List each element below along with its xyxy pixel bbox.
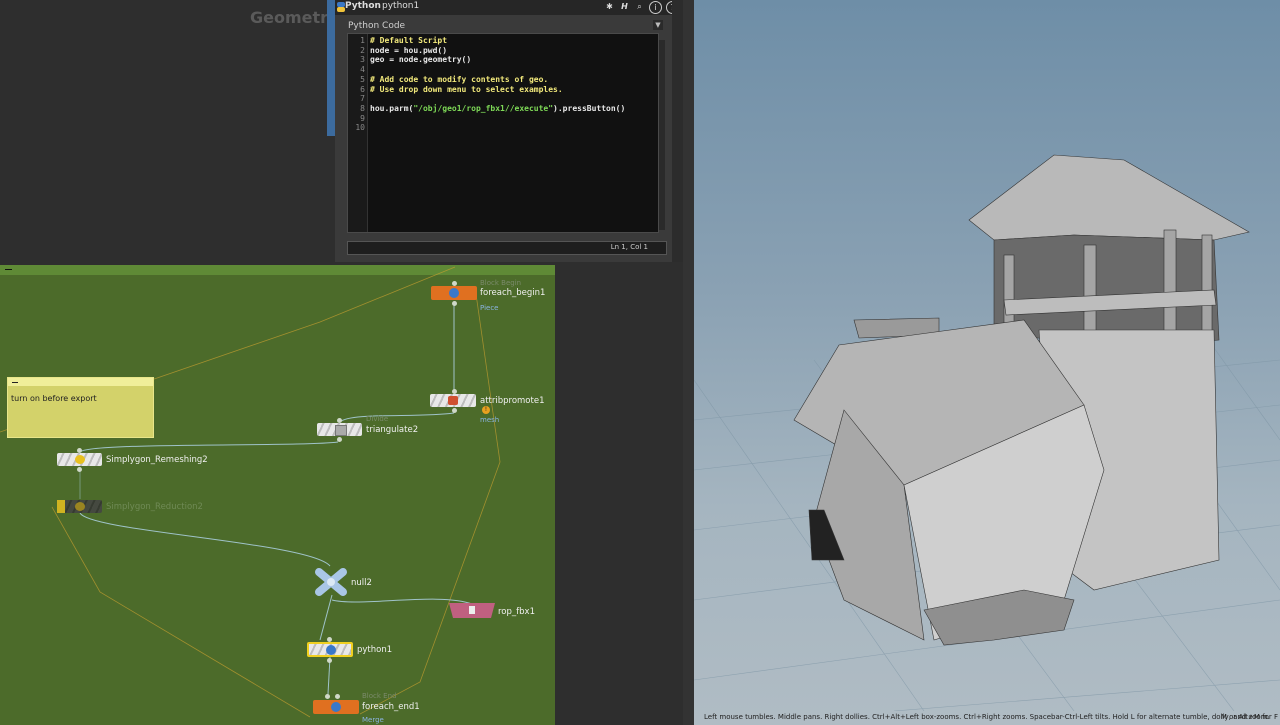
node-attribpromote1[interactable] — [430, 394, 476, 407]
line-number: 3 — [360, 55, 365, 65]
node-faint-label: Block End — [362, 692, 397, 700]
python-parameter-panel: Python python1 ✱ H ⌕ i ? Python Code ▼ 1… — [335, 0, 683, 262]
line-number: 5 — [360, 74, 365, 84]
output-connector[interactable] — [452, 301, 457, 306]
output-connector[interactable] — [327, 658, 332, 663]
code-line: # Use drop down menu to select examples. — [370, 84, 563, 94]
output-connector[interactable] — [452, 408, 457, 413]
node-label: rop_fbx1 — [498, 607, 535, 617]
node-foreach-begin1[interactable] — [431, 286, 477, 300]
viewport-scene — [694, 154, 1280, 711]
bypass-flag[interactable] — [57, 500, 65, 513]
cursor-position: Ln 1, Col 1 — [610, 243, 648, 251]
input-connector[interactable] — [452, 281, 457, 286]
input-connector[interactable] — [77, 448, 82, 453]
line-gutter: 1 2 3 4 5 6 7 8 9 10 — [348, 34, 368, 232]
line-number: 10 — [355, 123, 365, 133]
editor-status-bar: Ln 1, Col 1 — [347, 241, 667, 255]
node-label: Simplygon_Reduction2 — [106, 502, 203, 512]
info-icon[interactable]: i — [649, 1, 662, 14]
code-label: Python Code — [348, 21, 406, 31]
examples-dropdown[interactable]: ▼ — [653, 20, 663, 30]
node-triangulate2[interactable] — [317, 423, 362, 436]
sticky-note[interactable]: turn on before export — [7, 377, 154, 438]
gear-icon[interactable]: ✱ — [604, 1, 615, 12]
code-line: node = hou.pwd() — [370, 45, 448, 55]
editor-scrollbar[interactable] — [659, 40, 665, 230]
python-icon — [326, 645, 336, 655]
node-label: python1 — [357, 645, 393, 655]
code-editor[interactable]: 1 2 3 4 5 6 7 8 9 10 # Default Script node = hou.p… — [347, 33, 659, 233]
line-number: 7 — [360, 94, 365, 104]
code-line: hou.parm("/obj/geo1/rop_fbx1//execute").… — [370, 103, 626, 113]
python-icon — [337, 2, 345, 12]
node-type-label: Python — [345, 1, 381, 11]
network-editor[interactable]: turn on before export Block Begin foreac… — [0, 262, 683, 725]
building-model — [793, 154, 1250, 646]
scroll-accent — [327, 0, 335, 136]
node-faint-label: Divide — [366, 415, 389, 423]
node-sublabel: Merge — [362, 716, 384, 724]
line-number: 9 — [360, 113, 365, 123]
collapse-icon[interactable] — [12, 382, 18, 383]
pane-title: Geometry — [250, 8, 339, 27]
input-connector[interactable] — [337, 418, 342, 423]
node-icon — [75, 455, 85, 464]
node-icon — [448, 396, 458, 405]
node-label: triangulate2 — [366, 425, 419, 435]
line-number: 8 — [360, 103, 365, 113]
scene-viewport[interactable]: Left mouse tumbles. Middle pans. Right d… — [694, 0, 1280, 725]
input-connector[interactable] — [452, 389, 457, 394]
line-number: 1 — [360, 36, 365, 45]
node-name-field[interactable]: python1 — [382, 1, 419, 11]
sticky-note-header[interactable] — [8, 378, 153, 386]
output-connector[interactable] — [337, 437, 342, 442]
node-label: foreach_begin1 — [480, 288, 546, 298]
node-python1[interactable] — [307, 642, 353, 657]
line-number: 6 — [360, 84, 365, 94]
input-connector[interactable] — [325, 694, 330, 699]
panel-scrollbar[interactable] — [672, 0, 683, 262]
node-icon — [331, 702, 341, 712]
pane-separator[interactable] — [683, 0, 694, 725]
node-foreach-end1[interactable] — [313, 700, 359, 714]
code-line: # Default Script — [370, 36, 448, 45]
viewport-hint: Left mouse tumbles. Middle pans. Right d… — [704, 713, 1270, 721]
node-label: attribpromote1 — [480, 396, 545, 406]
code-line: geo = node.geometry() — [370, 55, 472, 65]
node-sublabel: Piece — [480, 304, 499, 312]
header-icons: ✱ H ⌕ i ? — [604, 1, 679, 14]
input-connector[interactable] — [327, 637, 332, 642]
node-faint-label: Block Begin — [480, 279, 522, 287]
input-connector[interactable] — [335, 694, 340, 699]
h-icon[interactable]: H — [619, 1, 630, 12]
viewport-hint-right: M or Alt+M for F — [1220, 713, 1278, 721]
line-number: 2 — [360, 45, 365, 55]
node-icon — [75, 502, 85, 511]
node-sublabel: mesh — [480, 416, 500, 424]
node-icon — [449, 288, 459, 298]
node-icon — [335, 425, 347, 436]
panel-header: Python python1 ✱ H ⌕ i ? — [335, 0, 683, 15]
sticky-note-text: turn on before export — [11, 394, 97, 403]
node-null2[interactable] — [314, 568, 348, 596]
magnify-icon[interactable]: ⌕ — [634, 1, 645, 12]
viewport-status-bar: Left mouse tumbles. Middle pans. Right d… — [694, 711, 1280, 725]
code-line: # Add code to modify contents of geo. — [370, 74, 549, 84]
warning-icon[interactable]: ! — [482, 406, 490, 414]
line-number: 4 — [360, 65, 365, 75]
node-label: Simplygon_Remeshing2 — [106, 455, 208, 465]
geometry-pane: Geometry — [0, 0, 339, 262]
output-connector[interactable] — [77, 467, 82, 472]
node-simplygon-reduction2[interactable] — [57, 500, 102, 513]
node-rop-fbx1[interactable] — [449, 603, 495, 619]
node-label: foreach_end1 — [362, 702, 420, 712]
node-label: null2 — [351, 578, 372, 588]
node-simplygon-remeshing2[interactable] — [57, 453, 102, 466]
